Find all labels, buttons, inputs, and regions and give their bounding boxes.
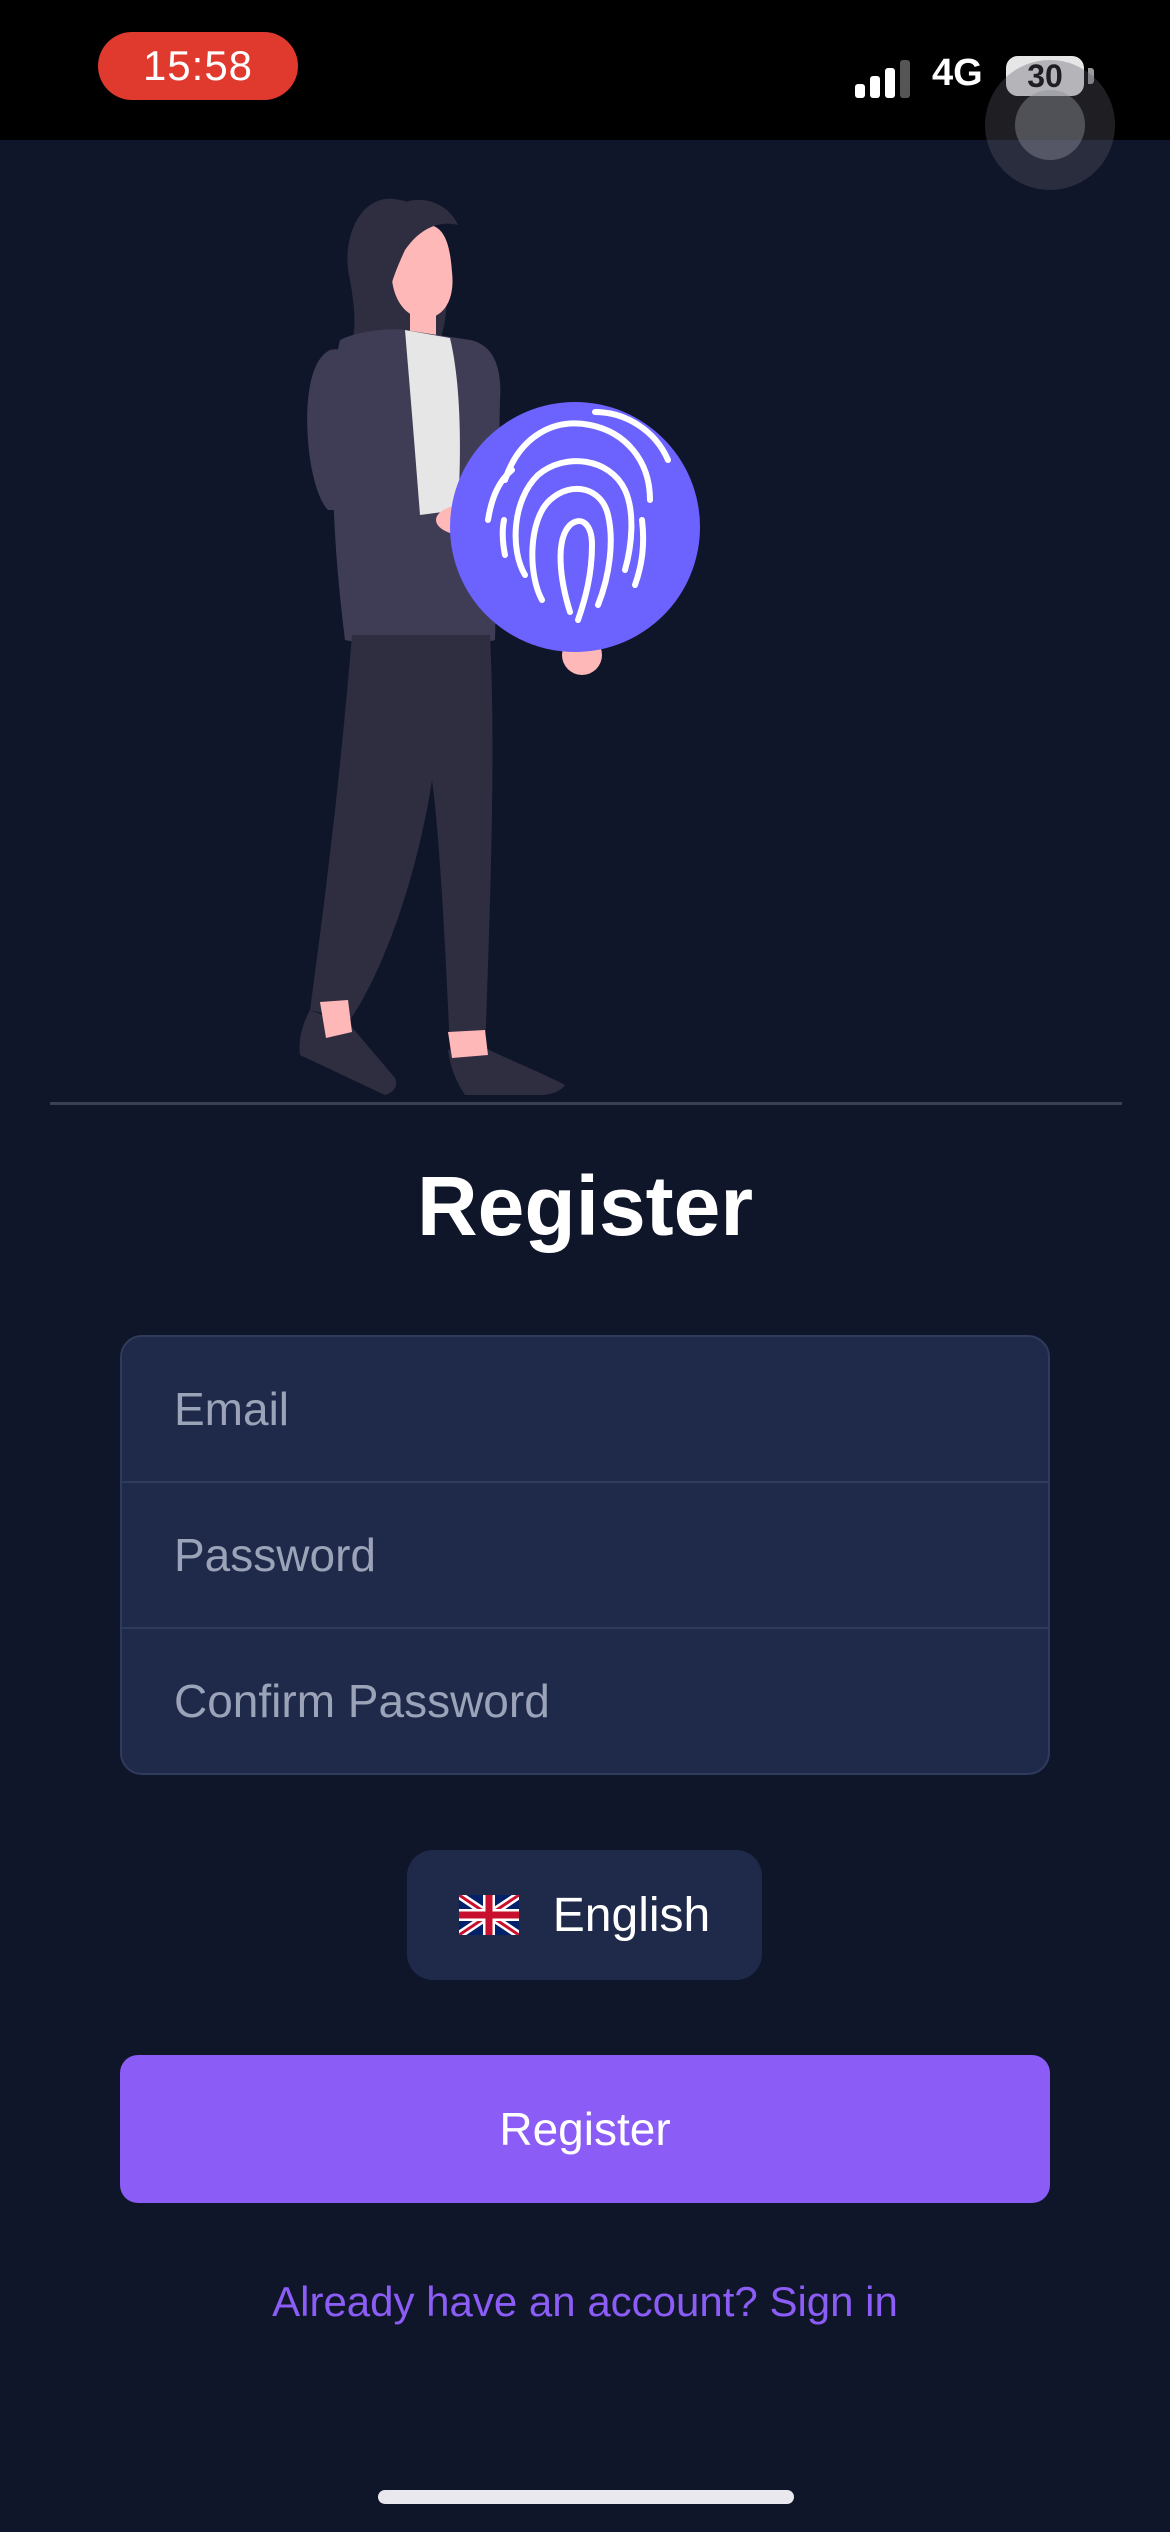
confirm-password-placeholder: Confirm Password	[174, 1675, 550, 1727]
password-field[interactable]: Password	[120, 1481, 1050, 1629]
register-button[interactable]: Register	[120, 2055, 1050, 2203]
uk-flag-icon	[458, 1895, 519, 1935]
email-field[interactable]: Email	[120, 1335, 1050, 1483]
language-label: English	[552, 1888, 711, 1942]
home-indicator[interactable]	[378, 2490, 794, 2504]
divider-line	[50, 1102, 1122, 1105]
fingerprint-illustration	[299, 198, 700, 1095]
status-time: 15:58	[98, 32, 298, 100]
signal-icon	[855, 58, 915, 98]
confirm-password-field[interactable]: Confirm Password	[120, 1627, 1050, 1775]
assistive-touch-button[interactable]	[985, 60, 1115, 190]
password-placeholder: Password	[174, 1529, 376, 1581]
email-placeholder: Email	[174, 1383, 290, 1435]
page-title: Register	[416, 1159, 754, 1253]
language-selector-button[interactable]: English	[407, 1850, 762, 1980]
register-form: Email Password Confirm Password	[120, 1335, 1050, 1775]
signin-link[interactable]: Already have an account? Sign in	[0, 2278, 1170, 2326]
network-type: 4G	[932, 52, 983, 94]
